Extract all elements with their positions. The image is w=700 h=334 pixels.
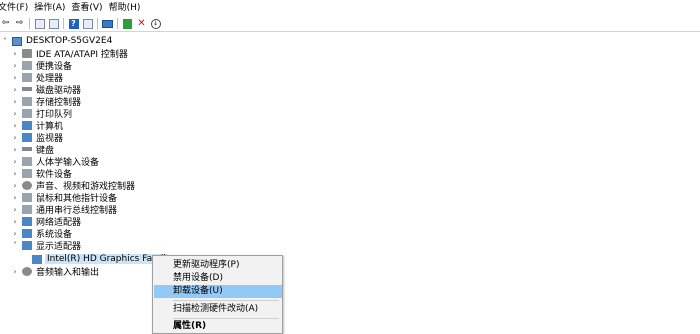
- chevron-right-icon[interactable]: ›: [10, 73, 20, 82]
- menu-separator: [173, 318, 279, 319]
- monitor-icon: [22, 132, 32, 142]
- computer-icon: [22, 120, 32, 130]
- toolbar: ⇦ ⇨ ? ✕ ↓: [0, 16, 700, 32]
- hid-icon: [22, 156, 32, 166]
- processor-icon: [22, 72, 32, 82]
- chevron-right-icon[interactable]: ›: [10, 97, 20, 106]
- tree-item-usb[interactable]: › 通用串行总线控制器: [10, 203, 117, 216]
- display-adapter-icon: [32, 254, 42, 264]
- tree-item-sound[interactable]: › 声音、视频和游戏控制器: [10, 179, 135, 192]
- toolbar-separator: [117, 18, 118, 29]
- chevron-down-icon[interactable]: ˅: [10, 241, 20, 250]
- tree-item-audio-io[interactable]: › 音频输入和输出: [10, 265, 100, 278]
- tree-item-keyboard[interactable]: › 键盘: [10, 143, 54, 156]
- menu-file[interactable]: 文件(F): [0, 0, 34, 16]
- menu-action[interactable]: 操作(A): [34, 0, 71, 16]
- computer-icon: [12, 36, 22, 46]
- chevron-right-icon[interactable]: ›: [10, 229, 20, 238]
- chevron-right-icon[interactable]: ›: [10, 169, 20, 178]
- keyboard-icon: [22, 147, 32, 151]
- portable-device-icon: [22, 60, 32, 70]
- printer-icon: [22, 108, 32, 118]
- forward-arrow-icon[interactable]: ⇨: [14, 18, 25, 29]
- speaker-icon: [22, 180, 32, 190]
- tree-item-computer[interactable]: › 计算机: [10, 119, 63, 132]
- tree-item-system[interactable]: › 系统设备: [10, 227, 72, 240]
- usb-icon: [22, 204, 32, 214]
- menu-item-update-driver[interactable]: 更新驱动程序(P): [154, 259, 282, 272]
- tree-item-monitor[interactable]: › 监视器: [10, 131, 63, 144]
- chevron-right-icon[interactable]: ›: [10, 181, 20, 190]
- tree-item-software[interactable]: › 软件设备: [10, 167, 72, 180]
- tree-item-print-queue[interactable]: › 打印队列: [10, 107, 72, 120]
- tree-item-ide[interactable]: › IDE ATA/ATAPI 控制器: [10, 47, 128, 60]
- chevron-right-icon[interactable]: ›: [10, 157, 20, 166]
- tree-item-display[interactable]: ˅ 显示适配器: [10, 239, 82, 252]
- tree-item-hid[interactable]: › 人体学输入设备: [10, 155, 99, 168]
- tree-item-label: 音频输入和输出: [36, 267, 100, 278]
- chevron-right-icon[interactable]: ›: [10, 109, 20, 118]
- toolbar-separator: [63, 18, 64, 29]
- menu-separator: [173, 300, 279, 301]
- chevron-right-icon[interactable]: ›: [10, 205, 20, 214]
- network-adapter-icon: [22, 216, 32, 226]
- tree-item-disk[interactable]: › 磁盘驱动器: [10, 83, 81, 96]
- help-icon[interactable]: ?: [68, 18, 79, 29]
- tree-item-portable[interactable]: › 便携设备: [10, 59, 72, 72]
- chevron-right-icon[interactable]: ›: [10, 133, 20, 142]
- update-driver-icon[interactable]: [122, 18, 133, 29]
- disk-drive-icon: [22, 87, 32, 91]
- menu-item-uninstall-device[interactable]: 卸载设备(U): [154, 285, 282, 298]
- tree-item-processor[interactable]: › 处理器: [10, 71, 63, 84]
- chevron-right-icon[interactable]: ›: [10, 217, 20, 226]
- tree-item-label: Intel(R) HD Graphics Famil: [45, 254, 168, 264]
- tree-root[interactable]: ˅ DESKTOP-S5GV2E4: [0, 35, 112, 47]
- tree-item-storage[interactable]: › 存储控制器: [10, 95, 81, 108]
- back-arrow-icon[interactable]: ⇦: [0, 18, 11, 29]
- chevron-right-icon[interactable]: ›: [10, 193, 20, 202]
- tree-item-network[interactable]: › 网络适配器: [10, 215, 81, 228]
- list-view-icon[interactable]: [82, 18, 93, 29]
- uninstall-icon[interactable]: ✕: [136, 18, 147, 29]
- system-device-icon: [22, 228, 32, 238]
- chevron-right-icon[interactable]: ›: [10, 61, 20, 70]
- list-icon[interactable]: [48, 18, 59, 29]
- chevron-right-icon[interactable]: ›: [10, 49, 20, 58]
- tree-item-intel-graphics[interactable]: Intel(R) HD Graphics Famil: [30, 253, 168, 265]
- tree-item-label: 显示适配器: [36, 241, 82, 252]
- context-menu: 更新驱动程序(P) 禁用设备(D) 卸载设备(U) 扫描检测硬件改动(A) 属性…: [152, 255, 283, 334]
- chevron-right-icon[interactable]: ›: [10, 85, 20, 94]
- display-adapter-icon: [22, 240, 32, 250]
- menu-item-scan-hardware[interactable]: 扫描检测硬件改动(A): [154, 303, 282, 316]
- software-device-icon: [22, 168, 32, 178]
- chevron-right-icon[interactable]: ›: [10, 267, 20, 276]
- speaker-icon: [22, 266, 32, 276]
- tree-item-mouse[interactable]: › 鼠标和其他指针设备: [10, 191, 117, 204]
- toolbar-separator: [29, 18, 30, 29]
- menu-bar: 文件(F) 操作(A) 查看(V) 帮助(H): [0, 0, 700, 16]
- storage-controller-icon: [22, 96, 32, 106]
- tree-root-label: DESKTOP-S5GV2E4: [26, 36, 113, 46]
- menu-view[interactable]: 查看(V): [71, 0, 108, 16]
- menu-item-disable-device[interactable]: 禁用设备(D): [154, 272, 282, 285]
- download-icon[interactable]: ↓: [150, 18, 161, 29]
- chevron-right-icon[interactable]: ›: [10, 145, 20, 154]
- menu-item-properties[interactable]: 属性(R): [154, 320, 282, 333]
- menu-help[interactable]: 帮助(H): [109, 0, 147, 16]
- chevron-right-icon[interactable]: ›: [10, 121, 20, 130]
- toolbar-separator: [97, 18, 98, 29]
- chevron-down-icon[interactable]: ˅: [0, 37, 10, 46]
- monitor-icon[interactable]: [102, 18, 113, 29]
- mouse-icon: [22, 192, 32, 202]
- properties-icon[interactable]: [34, 18, 45, 29]
- ide-controller-icon: [22, 48, 32, 58]
